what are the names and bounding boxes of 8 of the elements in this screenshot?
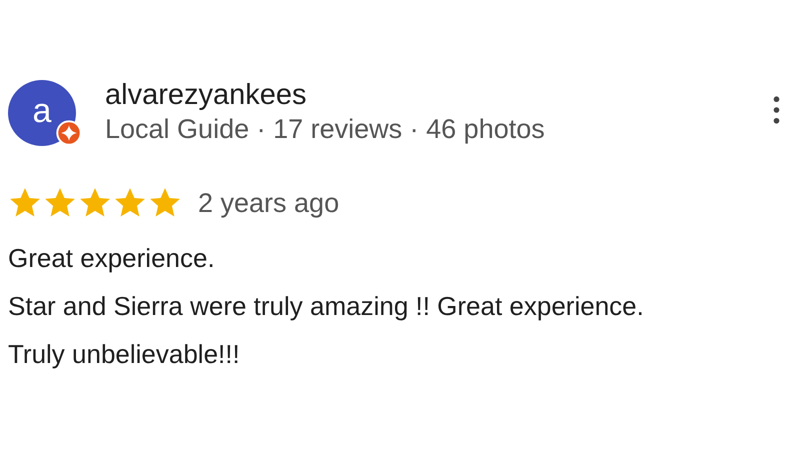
more-options-icon[interactable] xyxy=(773,96,780,124)
author-name[interactable]: alvarezyankees xyxy=(105,78,773,112)
review-text: Star and Sierra were truly amazing !! Great experience. xyxy=(8,290,645,323)
author-meta: Local Guide · 17 reviews · 46 photos xyxy=(105,113,546,146)
review-time: 2 years ago xyxy=(198,188,340,218)
review-text: Great experience. xyxy=(8,242,216,275)
avatar[interactable]: a xyxy=(8,80,76,146)
review-text: Truly unbelievable!!! xyxy=(8,338,241,371)
